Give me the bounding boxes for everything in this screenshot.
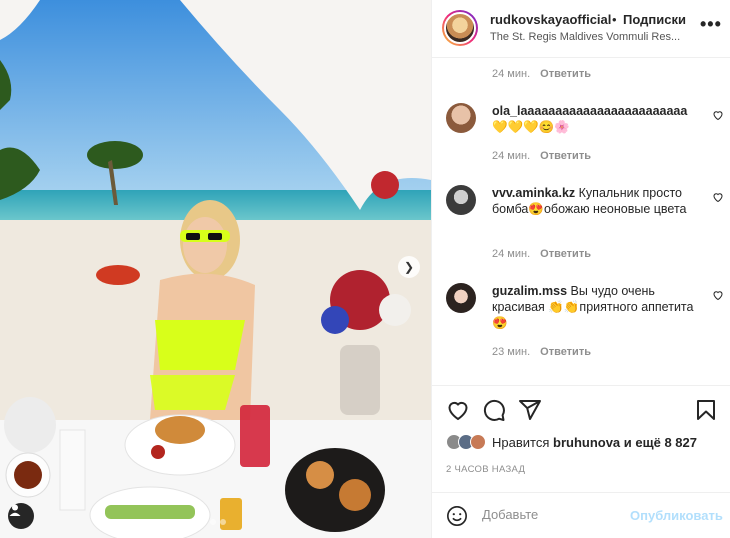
comment-time: 23 мин.	[492, 346, 531, 358]
comment-body: guzalim.mss Вы чудо очень красивая 👏👏при…	[492, 283, 702, 331]
post-side-panel: rudkovskayaofficial • Подписки The St. R…	[431, 0, 730, 538]
comment-avatar[interactable]	[446, 103, 476, 133]
emoji-icon[interactable]	[446, 505, 468, 527]
heart-icon[interactable]	[446, 398, 470, 422]
heart-icon[interactable]	[712, 191, 724, 203]
next-photo-button[interactable]: ❯	[398, 256, 420, 278]
comment-body: ola_laaaaaaaaaaaaaaaaaaaaaaaa 💛💛💛😊🌸	[492, 103, 702, 135]
post-modal: ❯ rudkovskayaofficial • Подписки The St.…	[0, 0, 730, 538]
carousel-dots	[200, 519, 226, 525]
likes-summary[interactable]: Нравится bruhunova и ещё 8 827	[446, 434, 697, 450]
more-icon[interactable]: •••	[700, 14, 722, 35]
heart-icon[interactable]	[712, 289, 724, 301]
post-location[interactable]: The St. Regis Maldives Vommuli Res...	[490, 31, 680, 43]
post-time[interactable]: 2 ЧАСОВ НАЗАД	[446, 464, 525, 475]
post-actions: Нравится bruhunova и ещё 8 827 2 ЧАСОВ Н…	[432, 385, 730, 505]
comment-username[interactable]: ola_laaaaaaaaaaaaaaaaaaaaaaaa	[492, 104, 687, 118]
comment-time: 24 мин.	[492, 68, 531, 80]
likes-count[interactable]: и ещё 8 827	[624, 435, 697, 450]
tagged-users-button[interactable]	[8, 503, 34, 529]
comment-time: 24 мин.	[492, 150, 531, 162]
bookmark-icon[interactable]	[694, 398, 718, 422]
following-button[interactable]: Подписки	[623, 12, 686, 27]
reply-button[interactable]: Ответить	[540, 68, 591, 80]
carousel-dot	[210, 519, 216, 525]
post-header: rudkovskayaofficial • Подписки The St. R…	[432, 0, 730, 58]
comments-list[interactable]: 24 мин. Ответить ola_laaaaaaaaaaaaaaaaaaa…	[432, 58, 730, 385]
separator-bullet: •	[612, 12, 617, 27]
publish-button[interactable]: Опубликовать	[630, 508, 723, 523]
likes-text: Нравится bruhunova и ещё 8 827	[492, 435, 697, 450]
reply-button[interactable]: Ответить	[540, 248, 591, 260]
likes-prefix: Нравится	[492, 434, 550, 450]
comment-avatar[interactable]	[446, 283, 476, 313]
carousel-dot	[220, 519, 226, 525]
comment-text: 💛💛💛😊🌸	[492, 120, 570, 134]
reply-button[interactable]: Ответить	[540, 150, 591, 162]
tag-user-icon	[9, 504, 21, 516]
comment-icon[interactable]	[482, 398, 506, 422]
comment-username[interactable]: vvv.aminka.kz	[492, 186, 575, 200]
previous-comment-meta: 24 мин. Ответить	[492, 68, 591, 80]
author-avatar[interactable]	[442, 10, 478, 46]
chevron-right-icon: ❯	[403, 260, 415, 274]
comment-meta: 23 мин. Ответить	[492, 346, 591, 358]
comment-avatar[interactable]	[446, 185, 476, 215]
comment-body: vvv.aminka.kz Купальник просто бомба😍обо…	[492, 185, 702, 217]
reply-button[interactable]: Ответить	[540, 346, 591, 358]
post-photo[interactable]: ❯	[0, 0, 431, 538]
photo-scene	[0, 0, 431, 538]
comment-meta: 24 мин. Ответить	[492, 150, 591, 162]
author-username[interactable]: rudkovskayaofficial	[490, 12, 611, 27]
share-icon[interactable]	[518, 398, 542, 422]
carousel-dot	[200, 519, 206, 525]
liker-avatar	[470, 434, 486, 450]
add-comment-bar: Опубликовать	[432, 492, 730, 538]
comment-input[interactable]	[482, 507, 622, 522]
comment-meta: 24 мин. Ответить	[492, 248, 591, 260]
likes-user[interactable]: bruhunova	[553, 435, 620, 450]
comment-time: 24 мин.	[492, 248, 531, 260]
heart-icon[interactable]	[712, 109, 724, 121]
comment-username[interactable]: guzalim.mss	[492, 284, 567, 298]
